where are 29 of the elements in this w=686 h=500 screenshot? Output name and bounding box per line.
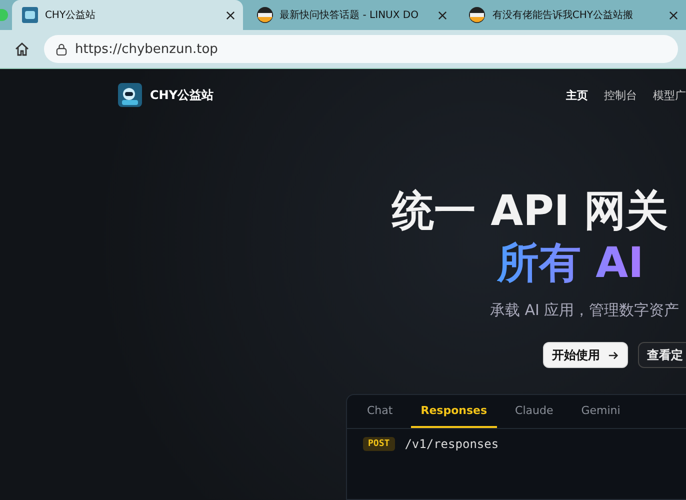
code-tab[interactable]: Gemini [571,395,630,428]
close-icon[interactable] [438,10,448,20]
browser-tab[interactable]: 有没有佬能告诉我CHY公益站搬 [459,0,686,30]
browser-tab[interactable]: CHY公益站 [12,0,243,30]
home-icon[interactable] [14,41,30,57]
hero-button[interactable]: 开始使用 [543,342,628,368]
close-icon[interactable] [669,10,678,20]
nav-link[interactable]: 主页 [566,88,588,102]
code-tab[interactable]: Chat [357,395,403,428]
hero-subtitle: 承载 AI 应用，管理数字资产 [490,301,680,320]
robot-logo-icon [118,83,142,107]
url-text: https://chybenzun.top [75,42,218,56]
code-tab[interactable]: Claude [505,395,564,428]
endpoint-path: /v1/responses [404,437,499,451]
forum-logo-icon [256,7,273,23]
site-name: CHY公益站 [150,86,214,104]
hero-headline: 统一 API 网关 [392,187,670,235]
nav-link[interactable]: 模型广 [653,88,686,102]
arrow-right-icon [608,350,619,360]
address-bar[interactable]: https://chybenzun.top [44,35,678,63]
site-logo-icon [22,7,38,23]
nav-link[interactable]: 控制台 [604,88,637,102]
hero-button[interactable]: 查看定 [638,342,686,368]
close-icon[interactable] [226,10,235,20]
code-tab[interactable]: Responses [410,395,498,428]
browser-tab[interactable]: 最新快问快答话题 - LINUX DO [246,0,456,30]
lock-icon [56,42,67,56]
forum-logo-icon [469,7,486,23]
method-badge: POST [363,437,395,451]
